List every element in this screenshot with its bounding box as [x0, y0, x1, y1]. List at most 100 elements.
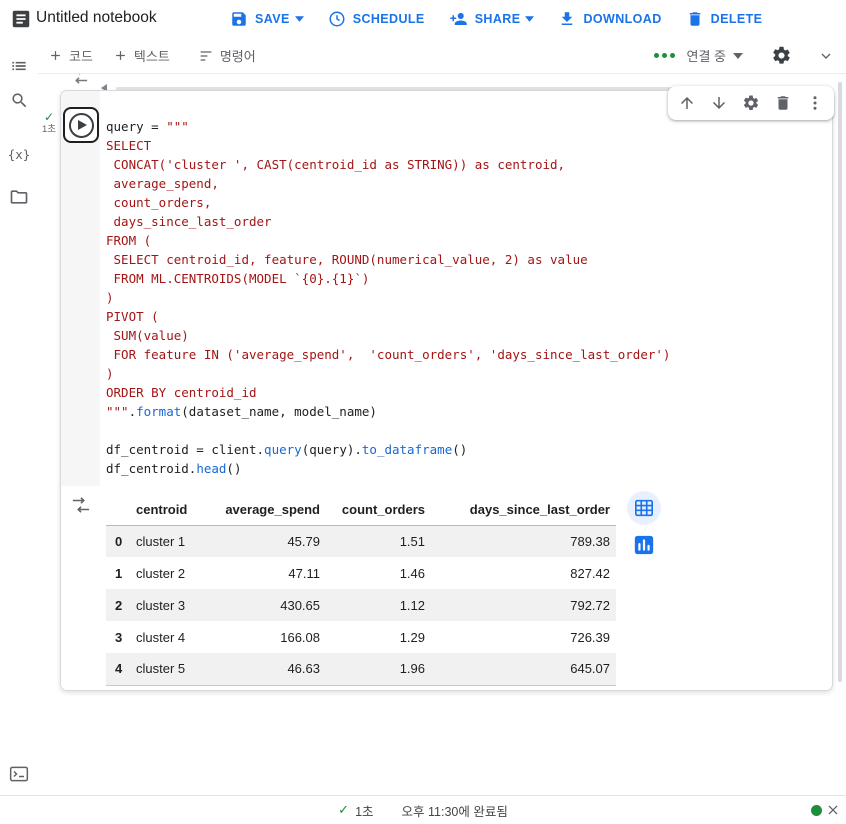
code-line[interactable]: ): [106, 364, 832, 383]
df-cell: 166.08: [280, 629, 320, 645]
code-line[interactable]: [106, 421, 832, 440]
cell-settings-gear-icon[interactable]: [742, 94, 760, 112]
df-cell: 1.29: [399, 629, 425, 645]
dataframe-output: centroid average_spend count_orders days_si…: [106, 495, 616, 686]
delete-button[interactable]: DELETE: [686, 10, 763, 28]
df-cell: 430.65: [221, 589, 336, 621]
kernel-health-dot: [811, 805, 822, 816]
settings-gear-icon[interactable]: [771, 45, 792, 66]
cell-toolbar: [668, 86, 834, 120]
download-button[interactable]: DOWNLOAD: [558, 10, 661, 28]
variables-icon[interactable]: {x}: [8, 144, 31, 164]
df-row: 2 cluster 3 430.65 1.12 792.72: [106, 589, 616, 621]
df-cell: 45.79: [221, 525, 336, 557]
code-line[interactable]: days_since_last_order: [106, 212, 832, 231]
df-cell: cluster 4: [136, 629, 186, 645]
delete-cell-trash-icon[interactable]: [774, 94, 792, 112]
add-code-button[interactable]: 코드: [48, 46, 93, 65]
df-row: 3 cluster 4 166.08 1.29 726.39: [106, 621, 616, 653]
df-cell: 726.39: [570, 629, 610, 645]
df-cell: cluster 2: [136, 565, 186, 581]
code-line[interactable]: SUM(value): [106, 326, 832, 345]
top-action-bar: SAVE SCHEDULE SHARE DOWNLOAD DELETE: [230, 0, 762, 38]
code-line[interactable]: SELECT centroid_id, feature, ROUND(numer…: [106, 250, 832, 269]
execution-summary: ✓ 1초 오후 11:30에 완료됨: [338, 801, 508, 820]
df-cell: cluster 3: [136, 589, 221, 621]
df-cell: 792.72: [441, 589, 616, 621]
person-add-icon: [449, 10, 468, 28]
df-index-header: [106, 495, 136, 526]
df-cell: 1.96: [336, 653, 441, 686]
code-line[interactable]: SELECT: [106, 136, 832, 155]
save-button[interactable]: SAVE: [230, 10, 290, 28]
code-line[interactable]: count_orders,: [106, 193, 832, 212]
share-menu-caret[interactable]: [525, 16, 535, 22]
run-cell-button[interactable]: [63, 107, 99, 143]
code-line[interactable]: df_centroid = client.query(query).to_dat…: [106, 440, 832, 459]
trash-icon: [686, 10, 704, 28]
df-head-row: centroid average_spend count_orders days_si…: [106, 495, 616, 526]
code-line[interactable]: ORDER BY centroid_id: [106, 383, 832, 402]
toolbar-right-group: 연결 중: [653, 45, 846, 66]
clock-icon: [328, 10, 346, 28]
df-cell: 1.46: [399, 565, 425, 581]
save-menu-caret[interactable]: [294, 16, 304, 22]
connect-menu-caret[interactable]: [733, 52, 743, 59]
cell-output-area: centroid average_spend count_orders days_si…: [61, 486, 832, 690]
cell-gutter: [61, 91, 100, 486]
plus-icon: [113, 48, 128, 63]
plus-icon: [48, 48, 63, 63]
interactive-table-icon[interactable]: [627, 491, 661, 525]
save-icon: [230, 10, 248, 28]
command-list-icon: [198, 48, 214, 64]
df-column-header: centroid: [136, 495, 221, 526]
notebook-title[interactable]: Untitled notebook: [36, 9, 157, 27]
code-editor[interactable]: query = """ SELECT CONCAT('cluster ', CAS…: [100, 91, 832, 486]
bottom-status-bar: ✓ 1초 오후 11:30에 완료됨: [0, 795, 846, 824]
code-line[interactable]: FOR feature IN ('average_spend', 'count_…: [106, 345, 832, 364]
suggest-charts-icon[interactable]: [627, 528, 661, 562]
resources-dots-icon[interactable]: [653, 53, 675, 58]
add-text-button[interactable]: 텍스트: [113, 46, 170, 65]
left-sidebar-rail: {x}: [0, 38, 38, 795]
code-line[interactable]: PIVOT (: [106, 307, 832, 326]
connect-status[interactable]: 연결 중: [687, 46, 727, 65]
collapse-header-chevron-icon[interactable]: [818, 48, 834, 64]
df-index-cell: 0: [106, 525, 136, 557]
more-options-icon[interactable]: [806, 94, 824, 112]
df-cell: 827.42: [570, 565, 610, 581]
move-cell-down-icon[interactable]: [710, 94, 728, 112]
table-of-contents-icon[interactable]: [9, 56, 29, 76]
status-completed-message: 오후 11:30에 완료됨: [401, 804, 508, 819]
df-cell: 47.11: [288, 565, 320, 581]
df-column-header: count_orders: [336, 495, 441, 526]
df-column-header: average_spend: [221, 495, 336, 526]
code-line[interactable]: FROM (: [106, 231, 832, 250]
code-line[interactable]: """.format(dataset_name, model_name): [106, 402, 832, 421]
files-folder-icon[interactable]: [9, 187, 29, 207]
code-line[interactable]: ): [106, 288, 832, 307]
code-line[interactable]: CONCAT('cluster ', CAST(centroid_id as S…: [106, 155, 832, 174]
move-cell-up-icon[interactable]: [678, 94, 696, 112]
df-index-cell: 4: [106, 653, 136, 686]
df-row: 4 cluster 5 46.63 1.96 645.07: [106, 653, 616, 686]
df-cell: 789.38: [441, 525, 616, 557]
colab-notebook-app: Untitled notebook SAVE SCHEDULE SHARE DO…: [0, 0, 846, 824]
df-index-cell: 1: [115, 565, 123, 581]
code-line[interactable]: FROM ML.CENTROIDS(MODEL `{0}.{1}`): [106, 269, 832, 288]
code-cell: query = """ SELECT CONCAT('cluster ', CAS…: [60, 90, 833, 691]
vertical-scrollbar[interactable]: [838, 82, 842, 682]
df-cell: 1.51: [336, 525, 441, 557]
output-toggle-icon[interactable]: [70, 496, 92, 514]
search-icon[interactable]: [9, 90, 29, 110]
terminal-icon[interactable]: [9, 764, 29, 784]
code-line[interactable]: average_spend,: [106, 174, 832, 193]
output-action-buttons: [627, 491, 661, 562]
close-status-icon[interactable]: [826, 803, 840, 817]
command-palette-button[interactable]: 명령어: [198, 46, 256, 65]
share-button[interactable]: SHARE: [449, 10, 521, 28]
dataframe-table: centroid average_spend count_orders days_si…: [106, 495, 616, 686]
play-icon: [68, 112, 94, 138]
code-line[interactable]: df_centroid.head(): [106, 459, 832, 478]
schedule-button[interactable]: SCHEDULE: [328, 10, 425, 28]
